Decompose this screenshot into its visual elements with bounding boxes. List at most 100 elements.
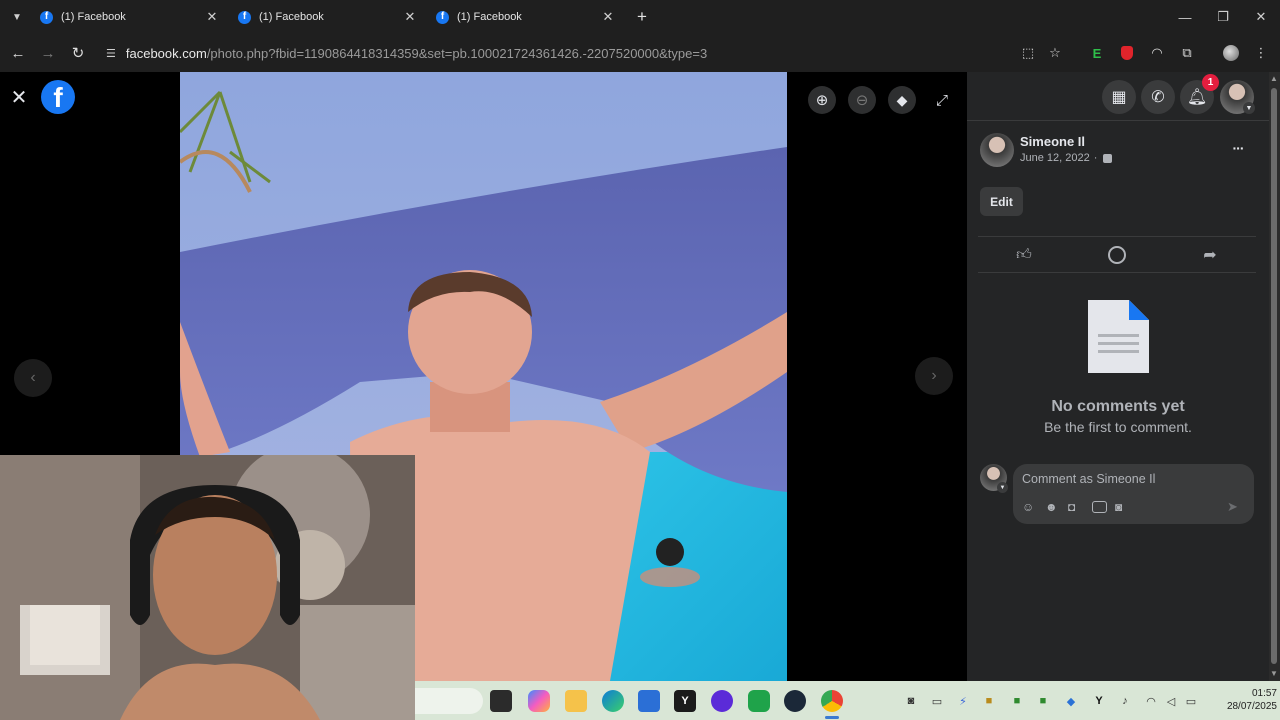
header-divider: [967, 120, 1269, 121]
chrome-active-indicator: [825, 716, 839, 719]
clock-time: 01:57: [1251, 688, 1277, 699]
emoji-icon[interactable]: ☻: [1045, 500, 1060, 515]
extension-shield-icon[interactable]: [1117, 43, 1137, 63]
webcam-image: [0, 455, 415, 720]
viewer-right-area: ⊕ ⊖ ◆ ⤢ ›: [787, 72, 967, 681]
facebook-favicon-icon: f: [238, 10, 251, 24]
os-taskbar: Y ◙ ▭ ⚡︎ ■ ■ ■ ◆ Y ♪ ◠ ◁ ▭ 01:57 28/07/2…: [415, 681, 1280, 720]
sticker-icon[interactable]: ◙: [1115, 500, 1130, 515]
url-field[interactable]: ☰ facebook.com/photo.php?fbid=1190864418…: [106, 38, 1006, 68]
send-icon[interactable]: ➤: [1227, 499, 1243, 515]
forward-arrow-icon[interactable]: →: [36, 41, 60, 65]
close-tab-icon[interactable]: ✕: [204, 9, 220, 25]
tray-yahoo-icon[interactable]: Y: [1091, 693, 1107, 709]
url-path: /photo.php?fbid=1190864418314359&set=pb.…: [206, 45, 708, 61]
wifi-icon[interactable]: ◠: [1143, 693, 1159, 709]
tray-mic-icon[interactable]: ♪: [1117, 693, 1133, 709]
tray-app-icon[interactable]: ■: [981, 693, 997, 709]
close-viewer-icon[interactable]: ✕: [8, 86, 30, 109]
comment-icon[interactable]: [1108, 246, 1126, 264]
steam-icon[interactable]: [784, 690, 806, 712]
tray-nvidia-alt-icon[interactable]: ■: [1035, 693, 1051, 709]
close-tab-icon[interactable]: ✕: [402, 9, 418, 25]
browser-tab-active[interactable]: f (1) Facebook ✕: [426, 0, 624, 34]
post-meta: June 12, 2022 ·: [1020, 152, 1113, 164]
privacy-lock-icon[interactable]: [1103, 153, 1113, 163]
tray-defender-icon[interactable]: ◆: [1063, 693, 1079, 709]
tray-cup-icon[interactable]: ▭: [929, 693, 945, 709]
site-settings-icon[interactable]: ☰: [106, 47, 116, 60]
reload-icon[interactable]: ↻: [66, 41, 90, 65]
zoom-out-icon[interactable]: ⊖: [848, 86, 876, 114]
tab-search-icon[interactable]: ▼: [8, 9, 26, 25]
close-window-icon[interactable]: ✕: [1242, 0, 1280, 34]
post-options-button[interactable]: ···: [1225, 140, 1251, 156]
scrollbar-thumb[interactable]: [1271, 88, 1277, 664]
extensions-puzzle-icon[interactable]: ⧉: [1177, 43, 1197, 63]
commenter-chevron-icon[interactable]: ▼: [997, 482, 1008, 493]
browser-tab-bar: ▼ f (1) Facebook ✕ f (1) Facebook ✕ f (1…: [0, 0, 1280, 34]
maximize-icon[interactable]: ❐: [1204, 0, 1242, 34]
share-icon[interactable]: ➦: [1200, 245, 1220, 265]
tag-icon[interactable]: ◆: [888, 86, 916, 114]
tab-title: (1) Facebook: [259, 11, 324, 23]
extension-arc-icon[interactable]: ◠: [1147, 43, 1167, 63]
tab-title: (1) Facebook: [457, 11, 522, 23]
edge-icon[interactable]: [602, 690, 624, 712]
profile-avatar-icon[interactable]: [1221, 43, 1241, 63]
bookmark-star-icon[interactable]: ☆: [1045, 43, 1065, 63]
author-name[interactable]: Simeone Il: [1020, 134, 1085, 149]
browser-tab[interactable]: f (1) Facebook ✕: [228, 0, 426, 34]
edit-button[interactable]: Edit: [980, 187, 1023, 216]
store-icon[interactable]: [638, 690, 660, 712]
back-arrow-icon[interactable]: ←: [6, 41, 30, 65]
browser-tab[interactable]: f (1) Facebook ✕: [30, 0, 228, 34]
app-circle-icon[interactable]: [711, 690, 733, 712]
tray-nvidia-icon[interactable]: ■: [1009, 693, 1025, 709]
minimize-icon[interactable]: —: [1166, 0, 1204, 34]
browser-menu-icon[interactable]: ⋮: [1251, 43, 1271, 63]
page-scrollbar[interactable]: ▲ ▼: [1269, 72, 1280, 681]
scroll-down-icon[interactable]: ▼: [1270, 669, 1278, 678]
post-date[interactable]: June 12, 2022: [1020, 152, 1090, 164]
empty-comments-title: No comments yet: [1051, 398, 1185, 415]
copilot-icon[interactable]: [528, 690, 550, 712]
battery-icon[interactable]: ▭: [1183, 693, 1199, 709]
tray-camera-icon[interactable]: ◙: [903, 693, 919, 709]
close-tab-icon[interactable]: ✕: [600, 9, 616, 25]
chrome-icon[interactable]: [821, 690, 843, 712]
comment-input[interactable]: Comment as Simeone Il: [1022, 472, 1155, 486]
extension-e-icon[interactable]: E: [1087, 43, 1107, 63]
actions-bottom-divider: [978, 272, 1256, 273]
volume-icon[interactable]: ◁: [1163, 693, 1179, 709]
zoom-in-icon[interactable]: ⊕: [808, 86, 836, 114]
avatar-sticker-icon[interactable]: ☺: [1022, 500, 1037, 515]
scroll-up-icon[interactable]: ▲: [1270, 74, 1278, 83]
taskbar-clock[interactable]: 01:57 28/07/2025: [1207, 687, 1277, 713]
taskbar-search-box[interactable]: [415, 688, 483, 714]
fullscreen-icon[interactable]: ⤢: [928, 86, 956, 114]
menu-grid-icon[interactable]: ▦: [1102, 80, 1136, 114]
android-app-icon[interactable]: [748, 690, 770, 712]
install-app-icon[interactable]: ⬚: [1018, 43, 1038, 63]
tray-bolt-icon[interactable]: ⚡︎: [955, 693, 971, 709]
gif-icon[interactable]: [1092, 501, 1107, 513]
actions-top-divider: [978, 236, 1256, 237]
camera-icon[interactable]: ◘: [1068, 500, 1083, 515]
author-avatar[interactable]: [980, 133, 1014, 167]
account-chevron-icon[interactable]: ▼: [1243, 102, 1255, 114]
tab-title: (1) Facebook: [61, 11, 126, 23]
empty-comments-subtitle: Be the first to comment.: [1044, 419, 1192, 435]
task-view-icon[interactable]: [490, 690, 512, 712]
file-explorer-icon[interactable]: [565, 690, 587, 712]
facebook-favicon-icon: f: [40, 10, 53, 24]
like-icon[interactable]: 👍︎: [1014, 245, 1034, 265]
next-photo-button[interactable]: ›: [915, 357, 953, 395]
comment-box[interactable]: Comment as Simeone Il ☺ ☻ ◘ ◙ ➤: [1013, 464, 1254, 524]
yahoo-icon[interactable]: Y: [674, 690, 696, 712]
messenger-icon[interactable]: ✆: [1141, 80, 1175, 114]
photo-side-panel: ▦ ✆ 🔔︎ 1 ▼ Simeone Il June 12, 2022 · ··…: [967, 72, 1269, 681]
facebook-logo[interactable]: f: [41, 80, 75, 114]
new-tab-icon[interactable]: +: [632, 7, 652, 27]
previous-photo-button[interactable]: ‹: [14, 359, 52, 397]
